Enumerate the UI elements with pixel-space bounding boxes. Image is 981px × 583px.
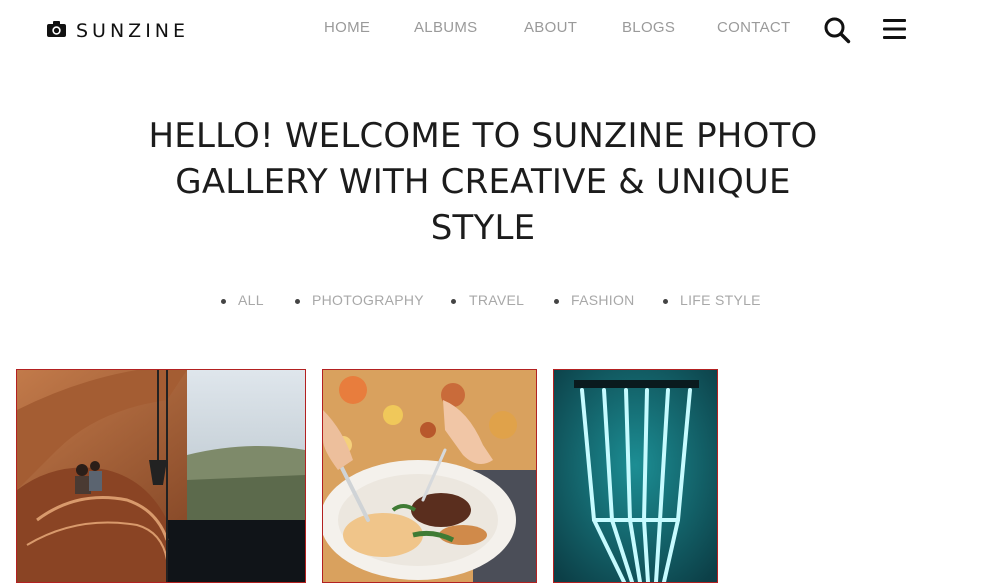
search-icon [823,17,851,48]
gallery-image-neon [554,370,717,582]
filter-photography[interactable]: PHOTOGRAPHY [312,292,424,308]
filter-fashion[interactable]: FASHION [571,292,635,308]
brand-name: SUNZINE [76,20,190,42]
nav-blogs[interactable]: BLOGS [622,19,675,36]
gallery-image-food [323,370,536,582]
search-button[interactable] [823,16,851,49]
bullet-icon [221,299,226,304]
bullet-icon [663,299,668,304]
bullet-icon [554,299,559,304]
nav-about[interactable]: ABOUT [524,19,577,36]
hamburger-menu-icon [883,19,906,43]
filter-travel[interactable]: TRAVEL [469,292,524,308]
gallery-image-interior [17,370,305,582]
gallery-item[interactable] [322,369,537,583]
filter-all[interactable]: ALL [238,292,264,308]
bullet-icon [451,299,456,304]
nav-home[interactable]: HOME [324,19,370,36]
gallery-item[interactable] [16,369,306,583]
filter-life-style[interactable]: LIFE STYLE [680,292,761,308]
nav-contact[interactable]: CONTACT [717,19,790,36]
gallery-item[interactable] [553,369,718,583]
nav-albums[interactable]: ALBUMS [414,19,478,36]
menu-button[interactable] [883,19,906,44]
bullet-icon [295,299,300,304]
camera-icon [47,20,66,42]
page-title: HELLO! WELCOME TO SUNZINE PHOTO GALLERY … [148,116,818,248]
brand-logo[interactable]: SUNZINE [47,20,189,42]
